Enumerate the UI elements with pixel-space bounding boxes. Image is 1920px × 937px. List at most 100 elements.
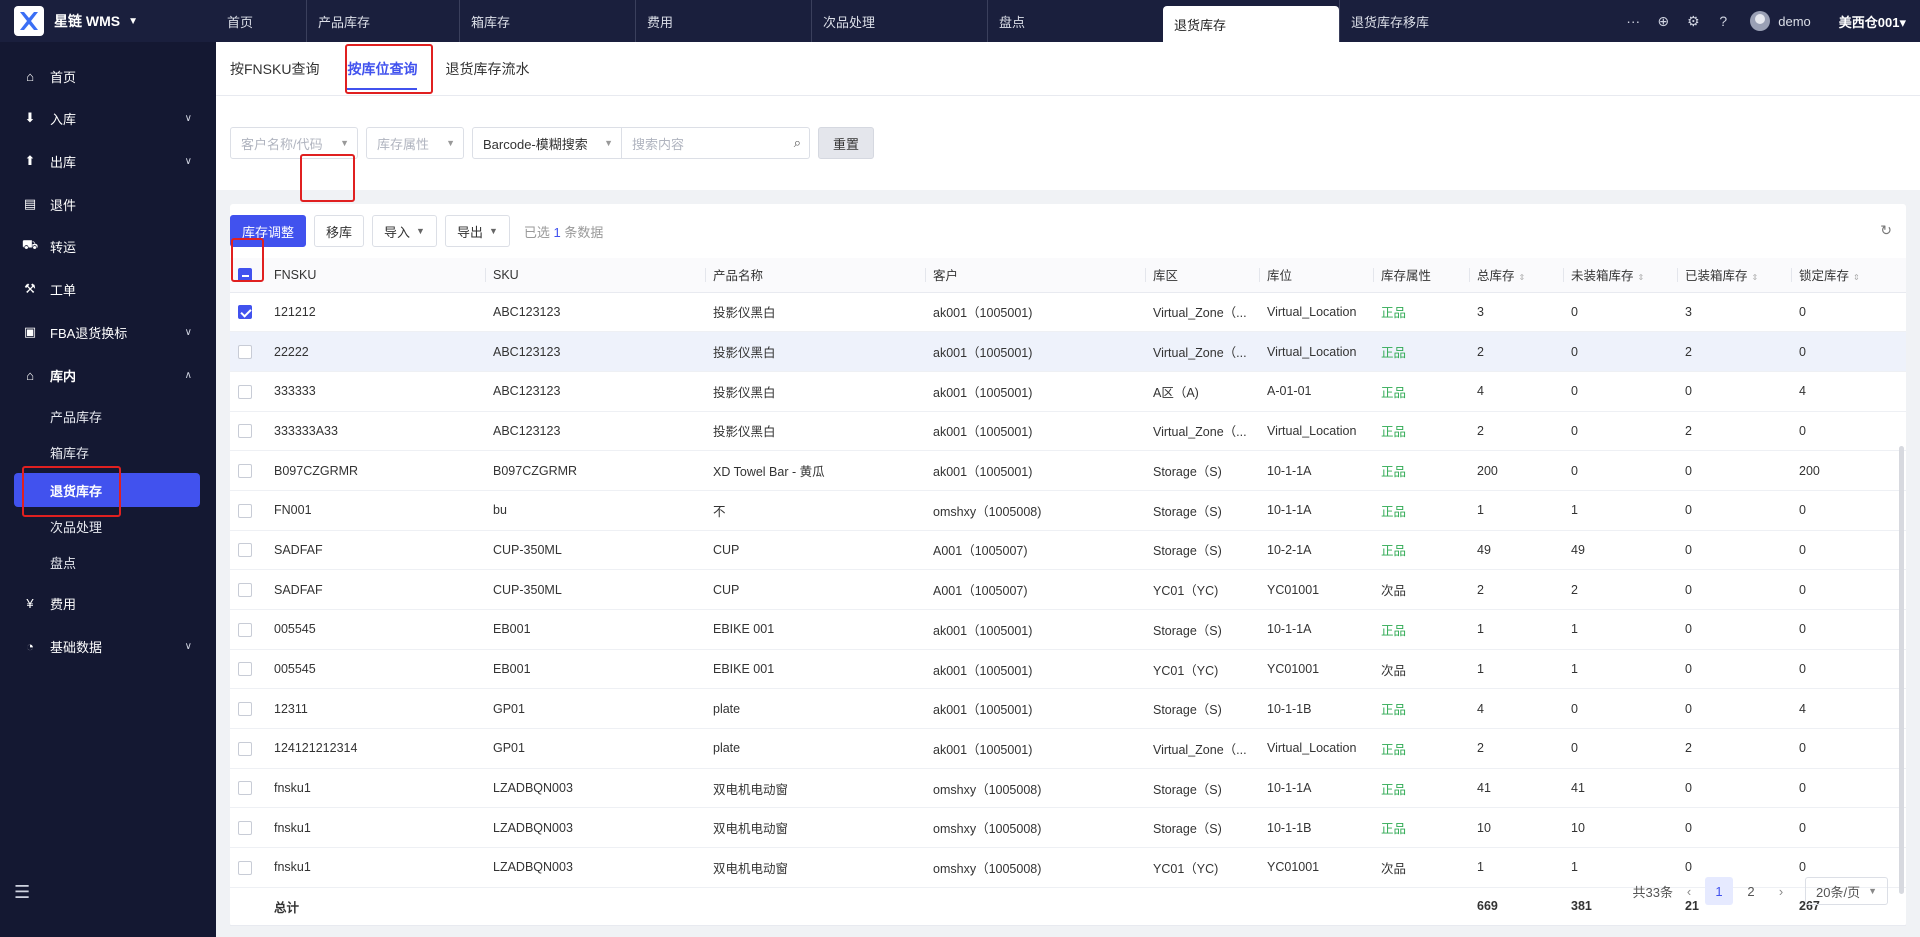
row-checkbox[interactable]	[238, 424, 252, 439]
top-tab-product-stock[interactable]: 产品库存	[306, 0, 459, 42]
sidebar-item-label: 转运	[50, 239, 77, 255]
sort-icon[interactable]: ⇕	[1519, 273, 1526, 282]
cell-boxed: 0	[1677, 688, 1791, 730]
warehouse-selector[interactable]: 美西仓001▾	[1839, 12, 1906, 31]
row-checkbox[interactable]	[238, 702, 252, 717]
search-input[interactable]: 搜索内容 ⌕	[622, 127, 810, 159]
stock-adjust-button[interactable]: 库存调整	[230, 215, 307, 247]
sort-icon[interactable]: ⇕	[1752, 273, 1759, 282]
sidebar-item-inbound[interactable]: ⬇ 入库 ∨	[0, 100, 216, 136]
more-icon[interactable]: ···	[1618, 13, 1648, 29]
tab-by-fnsku[interactable]: 按FNSKU查询	[230, 42, 319, 96]
cell-unboxed: 0	[1563, 728, 1677, 769]
top-tab-defective[interactable]: 次品处理	[811, 0, 987, 42]
user-menu[interactable]: demo	[1750, 11, 1811, 31]
table-row[interactable]: 005545 EB001 EBIKE 001 ak001（1005001) YC01（Y…	[230, 649, 1906, 690]
table-row[interactable]: B097CZGRMR B097CZGRMR XD Towel Bar - 黄瓜 ak0…	[230, 450, 1906, 491]
row-checkbox[interactable]	[238, 305, 252, 320]
row-checkbox[interactable]	[238, 503, 252, 518]
row-checkbox[interactable]	[238, 860, 252, 875]
row-checkbox[interactable]	[238, 583, 252, 597]
sidebar-subitem-product-stock[interactable]: 产品库存	[14, 399, 200, 433]
tab-return-stock-flow[interactable]: 退货库存流水	[445, 42, 529, 96]
sidebar-subitem-stocktake[interactable]: 盘点	[14, 545, 200, 579]
top-tab-home[interactable]: 首页	[216, 0, 306, 42]
sidebar-item-inventory[interactable]: ⌂ 库内 ∧	[0, 357, 216, 393]
sidebar-item-transfer[interactable]: ⛟ 转运	[0, 228, 216, 264]
col-total[interactable]: 总库存 ⇕	[1469, 258, 1563, 293]
stock-attr-select[interactable]: 库存属性 ▼	[366, 127, 464, 159]
customer-select[interactable]: 客户名称/代码 ▼	[230, 127, 358, 159]
sidebar-item-home[interactable]: ⌂ 首页	[0, 58, 216, 94]
top-tab-stocktake[interactable]: 盘点	[987, 0, 1163, 42]
refresh-icon[interactable]: ↻	[1880, 222, 1892, 239]
row-checkbox[interactable]	[238, 662, 252, 677]
top-tab-fees[interactable]: 费用	[635, 0, 811, 42]
page-2-button[interactable]: 2	[1737, 877, 1765, 905]
top-tab-box-stock[interactable]: 箱库存	[459, 0, 635, 42]
help-icon[interactable]: ?	[1708, 13, 1738, 29]
col-unboxed[interactable]: 未装箱库存 ⇕	[1563, 258, 1677, 293]
table-row[interactable]: 12311 GP01 plate ak001（1005001) Storage（S) 10…	[230, 688, 1906, 730]
table-row[interactable]: SADFAF CUP-350ML CUP A001（1005007) Storage（S…	[230, 530, 1906, 571]
reset-button[interactable]: 重置	[818, 127, 875, 159]
table-row[interactable]: fnsku1 LZADBQN003 双电机电动窗 omshxy（1005008) Sto…	[230, 807, 1906, 849]
sidebar-item-workorder[interactable]: ⚒ 工单	[0, 271, 216, 307]
sidebar-item-fees[interactable]: ¥ 费用	[0, 585, 216, 621]
row-checkbox[interactable]	[238, 384, 252, 399]
export-button[interactable]: 导出 ▼	[444, 215, 510, 247]
sidebar-item-fba-relabel[interactable]: ▣ FBA退货换标 ∨	[0, 314, 216, 350]
table-row[interactable]: 22222 ABC123123 投影仪黑白 ak001（1005001) Virtual…	[230, 331, 1906, 372]
row-checkbox[interactable]	[238, 741, 252, 756]
sidebar-item-outbound[interactable]: ⬆ 出库 ∨	[0, 143, 216, 179]
search-mode-select[interactable]: Barcode-模糊搜索 ▼	[472, 127, 622, 159]
search-icon[interactable]: ⌕	[794, 135, 801, 151]
brand-switcher[interactable]: 星链 WMS ▼	[0, 0, 216, 42]
table-row[interactable]: 121212 ABC123123 投影仪黑白 ak001（1005001) Virtua…	[230, 292, 1906, 333]
page-size-select[interactable]: 20条/页 ▼	[1805, 877, 1888, 905]
sidebar-item-returns[interactable]: ▤ 退件	[0, 186, 216, 222]
sidebar-subitem-box-stock[interactable]: 箱库存	[14, 435, 200, 469]
row-checkbox[interactable]	[238, 622, 252, 637]
prev-page-icon[interactable]: ‹	[1677, 884, 1701, 899]
row-checkbox[interactable]	[238, 821, 252, 836]
table-row[interactable]: SADFAF CUP-350ML CUP A001（1005007) YC01（YC) Y…	[230, 569, 1906, 610]
settings-icon[interactable]: ⚙	[1678, 13, 1708, 30]
move-location-button[interactable]: 移库	[314, 215, 365, 247]
sort-icon[interactable]: ⇕	[1853, 273, 1860, 282]
row-checkbox[interactable]	[238, 543, 252, 558]
table-row[interactable]: 333333A33 ABC123123 投影仪黑白 ak001（1005001) Vir…	[230, 411, 1906, 452]
cell-locked: 200	[1791, 450, 1906, 491]
sort-icon[interactable]: ⇕	[1638, 273, 1645, 282]
download-icon[interactable]: ⊕	[1648, 13, 1678, 30]
import-button[interactable]: 导入 ▼	[372, 215, 437, 247]
row-checkbox[interactable]	[238, 344, 252, 359]
table-row[interactable]: 005545 EB001 EBIKE 001 ak001（1005001) Storag…	[230, 609, 1906, 650]
next-page-icon[interactable]: ›	[1769, 884, 1793, 899]
cell-name: 投影仪黑白	[705, 411, 925, 452]
table-scrollbar[interactable]	[1899, 446, 1904, 894]
col-boxed[interactable]: 已装箱库存 ⇕	[1677, 258, 1791, 293]
cell-total: 41	[1469, 768, 1563, 809]
top-tab-return-move[interactable]: 退货库存移库	[1339, 0, 1519, 42]
row-checkbox[interactable]	[238, 463, 252, 478]
tab-by-location[interactable]: 按库位查询	[347, 42, 418, 96]
sidebar-subitem-defective[interactable]: 次品处理	[14, 509, 200, 543]
pagination: 共33条 ‹ 1 2 › 20条/页 ▼	[1633, 877, 1888, 905]
menu-collapse-icon[interactable]: ☰	[14, 882, 30, 903]
table-row[interactable]: FN001 bu 不 omshxy（1005008) Storage（S) 10-1-1A…	[230, 490, 1906, 531]
top-tab-return-stock[interactable]: 退货库存	[1163, 6, 1339, 42]
sidebar-subitem-return-stock[interactable]: 退货库存	[14, 473, 200, 507]
page-1-button[interactable]: 1	[1705, 877, 1733, 905]
header-label: SKU	[493, 267, 519, 282]
table-row[interactable]: fnsku1 LZADBQN003 双电机电动窗 omshxy（1005008) Sto…	[230, 768, 1906, 809]
table-row[interactable]: 124121212314 GP01 plate ak001（1005001) Virtu…	[230, 728, 1906, 769]
sidebar-subitem-label: 退货库存	[50, 483, 103, 499]
sidebar-item-base-data[interactable]: ◔ 基础数据 ∨	[0, 628, 216, 664]
cell-sku: ABC123123	[485, 331, 705, 372]
table-row[interactable]: 333333 ABC123123 投影仪黑白 ak001（1005001) A区（A) A…	[230, 371, 1906, 412]
return-icon: ▤	[23, 196, 37, 211]
row-checkbox[interactable]	[238, 781, 252, 796]
select-all-checkbox[interactable]	[238, 268, 252, 283]
col-locked[interactable]: 锁定库存 ⇕	[1791, 258, 1906, 293]
